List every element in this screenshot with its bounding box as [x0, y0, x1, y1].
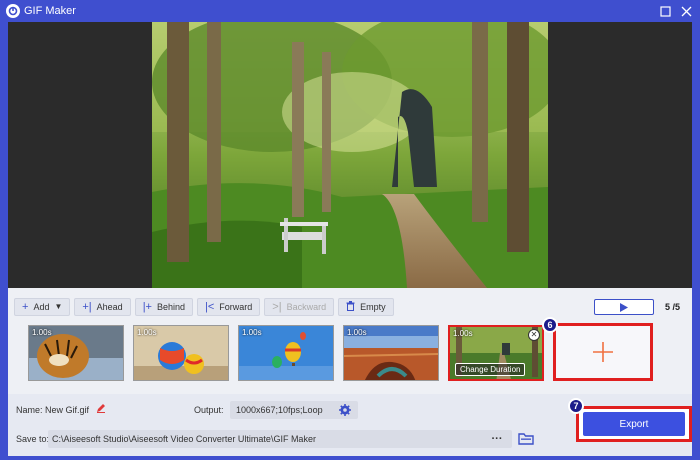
play-icon — [620, 302, 628, 312]
browse-path-button[interactable]: ··· — [482, 430, 512, 448]
app-logo-icon — [6, 4, 20, 18]
title-bar: GIF Maker — [0, 0, 700, 22]
step-badge-6: 6 — [542, 317, 558, 333]
frame-counter: 5 /5 — [665, 302, 681, 312]
move-backward-icon: >| — [272, 300, 282, 313]
empty-button[interactable]: Empty — [338, 298, 394, 316]
change-duration-button[interactable]: Change Duration — [455, 363, 526, 376]
trash-icon — [346, 300, 355, 314]
frame-thumbnail[interactable]: 1.00s — [133, 325, 229, 381]
insert-ahead-icon: +| — [82, 300, 92, 313]
main-content: + Add ▼ +| Ahead |+ Behind |< Forward >|… — [8, 22, 692, 456]
frame-thumbnail[interactable]: 1.00s — [28, 325, 124, 381]
settings-panel: Name: New Gif.gif Output: 1000x667;10fps… — [8, 394, 692, 456]
plus-icon — [593, 342, 613, 362]
save-path-field: C:\Aiseesoft Studio\Aiseesoft Video Conv… — [48, 430, 512, 448]
maximize-button[interactable] — [657, 3, 673, 19]
frame-duration: 1.00s — [32, 328, 52, 337]
gif-maker-window: GIF Maker + Add ▼ +| Ahead |+ Behind |< … — [0, 0, 700, 460]
frame-duration: 1.00s — [137, 328, 157, 337]
frame-duration: 1.00s — [347, 328, 367, 337]
window-title: GIF Maker — [24, 5, 76, 17]
behind-label: Behind — [156, 302, 185, 312]
add-button[interactable]: + Add ▼ — [14, 298, 71, 316]
output-label: Output: — [194, 405, 224, 415]
insert-behind-icon: |+ — [142, 300, 152, 313]
preview-image — [152, 22, 548, 288]
export-button[interactable]: Export — [583, 412, 685, 436]
close-button[interactable] — [678, 3, 694, 19]
gear-icon[interactable] — [339, 404, 351, 419]
frame-toolbar: + Add ▼ +| Ahead |+ Behind |< Forward >|… — [14, 298, 394, 318]
save-to-label: Save to: — [16, 434, 50, 444]
add-frame-button[interactable] — [553, 323, 653, 381]
empty-label: Empty — [360, 302, 386, 312]
preview-area — [8, 22, 692, 288]
export-highlight: Export — [576, 406, 692, 442]
frame-duration: 1.00s — [453, 329, 473, 338]
edit-name-icon[interactable] — [96, 403, 106, 416]
frame-thumbnail-selected[interactable]: 1.00s ✕ Change Duration — [448, 325, 544, 381]
frame-thumbnail[interactable]: 1.00s — [238, 325, 334, 381]
plus-icon: + — [22, 300, 29, 313]
forward-label: Forward — [219, 302, 253, 312]
name-label: Name: — [16, 405, 43, 415]
folder-icon[interactable] — [518, 432, 534, 448]
dropdown-arrow-icon[interactable]: ▼ — [54, 303, 62, 311]
move-forward-icon: |< — [205, 300, 215, 313]
frame-thumbnail[interactable]: 1.00s — [343, 325, 439, 381]
frame-duration: 1.00s — [242, 328, 262, 337]
behind-button[interactable]: |+ Behind — [134, 298, 193, 316]
backward-button[interactable]: >| Backward — [264, 298, 335, 316]
remove-frame-icon[interactable]: ✕ — [528, 329, 540, 341]
play-button[interactable] — [594, 299, 654, 315]
ahead-label: Ahead — [96, 302, 123, 312]
backward-label: Backward — [286, 302, 327, 312]
add-label: Add — [33, 302, 50, 312]
ahead-button[interactable]: +| Ahead — [74, 298, 131, 316]
forward-button[interactable]: |< Forward — [197, 298, 261, 316]
step-badge-7: 7 — [568, 398, 584, 414]
name-value: New Gif.gif — [45, 405, 90, 415]
